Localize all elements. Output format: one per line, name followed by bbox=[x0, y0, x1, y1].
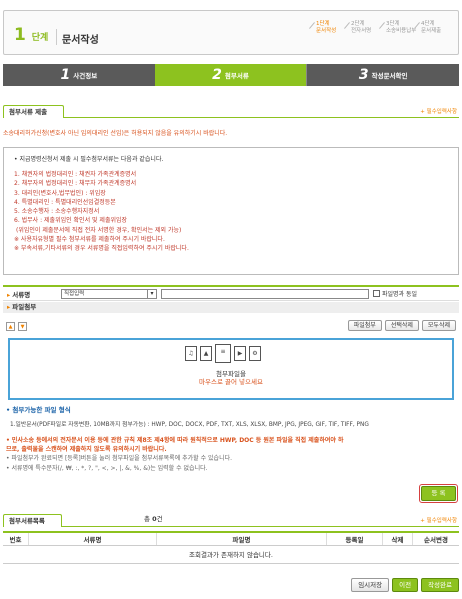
col-date: 등록일 bbox=[327, 533, 383, 545]
table-header: 번호 서류명 파일명 등록일 삭제 순서변경 bbox=[3, 533, 459, 546]
step-4-label: 문서제출 bbox=[421, 28, 442, 34]
allowed-file-types-list: 1.일반문서(PDF파일로 자동변환, 10MB까지 첨부가능) : HWP, … bbox=[10, 422, 369, 428]
total-count: 총 0건 bbox=[144, 515, 163, 523]
current-step-word: 단계 bbox=[31, 33, 49, 43]
document-type-value: 직접입력 bbox=[64, 290, 85, 297]
step-progress: 1단계 문서작성 2단계 전자서명 3단계 소송비용납부 4단계 문서제출 bbox=[312, 19, 452, 35]
step-4: 4단계 문서제출 bbox=[417, 19, 452, 35]
step-1: 1단계 문서작성 bbox=[312, 19, 347, 35]
file-dropzone[interactable]: ♫ ▲ ≡ ▶ ⚙ 첨부파일을 마우스로 끌어 넣으세요 bbox=[8, 338, 454, 400]
step-1-label: 문서작성 bbox=[316, 28, 337, 34]
document-name-label: ▸ 서류명 bbox=[7, 290, 31, 299]
warning-red: 므로, 출력물을 스캔하여 제출하지 않도록 유의하시기 바랍니다. bbox=[6, 446, 167, 453]
allowed-file-types-title: • 첨부가능한 파일 형식 bbox=[6, 406, 71, 414]
col-document-name: 서류명 bbox=[29, 533, 157, 545]
rule-item: (위임인이 제출문서에 직접 전자 서명한 경우, 확인서는 제외 가능) bbox=[16, 226, 182, 234]
document-file-icon: ≡ bbox=[215, 344, 231, 363]
document-type-select[interactable]: 직접입력 ▾ bbox=[61, 288, 157, 299]
current-step-number: 1 bbox=[14, 25, 26, 45]
bottom-buttons: 임시저장 이전 작성완료 bbox=[351, 578, 459, 592]
current-step-indicator: 1 단계 bbox=[14, 25, 48, 45]
warning-gray: • 파일첨부가 완료되면 [등록]버튼을 눌러 첨부파일을 첨부서류목록에 추가… bbox=[6, 455, 233, 462]
rule-item: 3. 대리인(변호사,법무법인) : 위임장 bbox=[14, 189, 106, 197]
rule-item: 4. 특별대리인 : 특별대리인선임결정등본 bbox=[14, 198, 116, 206]
document-name-input[interactable] bbox=[161, 288, 369, 299]
document-name-row: ▸ 서류명 직접입력 ▾ 파일명과 동일 bbox=[3, 287, 459, 301]
step-2-number: 2단계 bbox=[351, 21, 365, 27]
step-2: 2단계 전자서명 bbox=[347, 19, 382, 35]
col-file-name: 파일명 bbox=[157, 533, 327, 545]
col-number: 번호 bbox=[3, 533, 29, 545]
step-3-label: 소송비용납부 bbox=[386, 28, 417, 34]
order-controls: ▲ ▼ bbox=[6, 322, 27, 331]
step-1-number: 1단계 bbox=[316, 21, 330, 27]
tab-review-label: 작성문서확인 bbox=[371, 72, 408, 80]
rule-item: 2. 채무자의 법정대리인 : 채무자 가족관계증명서 bbox=[14, 180, 137, 188]
required-documents-box: • 지급명령신청서 제출 시 필수첨부서류는 다음과 같습니다. 1. 채권자의… bbox=[3, 147, 459, 275]
wizard-tabs: 1 사건정보 2 첨부서류 3 작성문서확인 bbox=[3, 64, 460, 86]
tab-case-info-number: 1 bbox=[60, 67, 71, 83]
tab-review-number: 3 bbox=[358, 67, 369, 83]
step-4-number: 4단계 bbox=[421, 21, 435, 27]
complete-button[interactable]: 작성완료 bbox=[421, 578, 459, 592]
move-down-icon[interactable]: ▼ bbox=[18, 322, 27, 331]
rule-item: 5. 소송수행자 : 소송수행자지정서 bbox=[14, 208, 100, 216]
warning-gray: • 서류명에 특수문자(/, ₩, :, *, ?, ", <, >, |, &… bbox=[6, 465, 208, 472]
rules-intro: • 지급명령신청서 제출 시 필수첨부서류는 다음과 같습니다. bbox=[14, 156, 164, 163]
proxy-notice: 소송대리허가신청(변호사 아닌 임의대리인 선임)은 허용되지 않음을 유의하기… bbox=[3, 130, 228, 137]
same-as-filename-checkbox[interactable] bbox=[373, 290, 380, 297]
video-file-icon: ▶ bbox=[234, 346, 246, 361]
step-header: 1 단계 문서작성 1단계 문서작성 2단계 전자서명 3단계 소송비용납부 4단계 문… bbox=[3, 10, 459, 55]
move-up-icon[interactable]: ▲ bbox=[6, 322, 15, 331]
step-3-number: 3단계 bbox=[386, 21, 400, 27]
same-as-filename-label: 파일명과 동일 bbox=[382, 291, 418, 298]
document-form: ▸ 서류명 직접입력 ▾ 파일명과 동일 bbox=[3, 285, 459, 301]
rule-item: 1. 채권자의 법정대리인 : 채권자 가족관계증명서 bbox=[14, 171, 137, 178]
delete-selected-button[interactable]: 선택삭제 bbox=[384, 320, 419, 331]
temp-save-button[interactable]: 임시저장 bbox=[351, 578, 390, 592]
warning-red: • 민사소송 등에서의 전자문서 이용 등에 관한 규칙 제8조 제4항에 따라… bbox=[6, 437, 344, 444]
section-title: 첨부서류목록 bbox=[3, 514, 62, 527]
section-title: 첨부서류 제출 bbox=[3, 105, 65, 118]
image-file-icon: ▲ bbox=[200, 346, 212, 361]
attachment-list-table: 번호 서류명 파일명 등록일 삭제 순서변경 조회결과가 존재하지 않습니다. bbox=[3, 531, 459, 564]
col-delete: 삭제 bbox=[383, 533, 413, 545]
rule-item: ※ 사용자유형별 필수 첨부서류를 제출하여 주시기 바랍니다. bbox=[14, 236, 165, 244]
file-type-icons: ♫ ▲ ≡ ▶ ⚙ bbox=[185, 344, 261, 363]
header-divider bbox=[56, 29, 57, 45]
music-file-icon: ♫ bbox=[185, 346, 197, 361]
required-note: + 필수입력사항 bbox=[420, 109, 457, 115]
attachment-list-section-header: 첨부서류목록 + 필수입력사항 bbox=[3, 514, 459, 527]
rule-item: ※ 부속서류,기타서류의 경우 서류명을 직접입력하여 주시기 바랍니다. bbox=[14, 245, 189, 253]
tab-attachments-number: 2 bbox=[212, 67, 222, 83]
allowed-file-types: • 첨부가능한 파일 형식 1.일반문서(PDF파일로 자동변환, 10MB까지… bbox=[6, 404, 458, 428]
rule-item: 6. 법무사 : 제출위임인 확인서 및 제출위임장 bbox=[14, 217, 128, 225]
tab-attachments[interactable]: 2 첨부서류 bbox=[154, 64, 307, 86]
empty-message: 조회결과가 존재하지 않습니다. bbox=[3, 546, 459, 564]
dropzone-hint: 마우스로 끌어 넣으세요 bbox=[199, 378, 263, 386]
file-buttons: 파일첨부 선택삭제 모두삭제 bbox=[347, 320, 456, 331]
delete-all-button[interactable]: 모두삭제 bbox=[421, 320, 456, 331]
tab-review[interactable]: 3 작성문서확인 bbox=[306, 64, 460, 86]
tab-case-info-label: 사건정보 bbox=[73, 72, 98, 80]
attach-file-button[interactable]: 파일첨부 bbox=[347, 320, 382, 331]
tab-attachments-label: 첨부서류 bbox=[224, 72, 249, 80]
settings-file-icon: ⚙ bbox=[249, 346, 261, 361]
prev-button[interactable]: 이전 bbox=[392, 578, 419, 592]
attachment-submit-section-header: 첨부서류 제출 + 필수입력사항 bbox=[3, 105, 459, 118]
tab-case-info[interactable]: 1 사건정보 bbox=[3, 64, 155, 86]
required-note: + 필수입력사항 bbox=[420, 518, 457, 524]
col-order: 순서변경 bbox=[424, 536, 448, 544]
page-title: 문서작성 bbox=[62, 35, 99, 46]
warnings: • 민사소송 등에서의 전자문서 이용 등에 관한 규칙 제8조 제4항에 따라… bbox=[6, 436, 458, 474]
register-button[interactable]: 등 록 bbox=[419, 484, 458, 503]
step-3: 3단계 소송비용납부 bbox=[382, 19, 417, 35]
file-attach-label: ▸ 파일첨부 bbox=[3, 302, 459, 313]
step-2-label: 전자서명 bbox=[351, 28, 372, 34]
chevron-down-icon: ▾ bbox=[147, 289, 156, 298]
